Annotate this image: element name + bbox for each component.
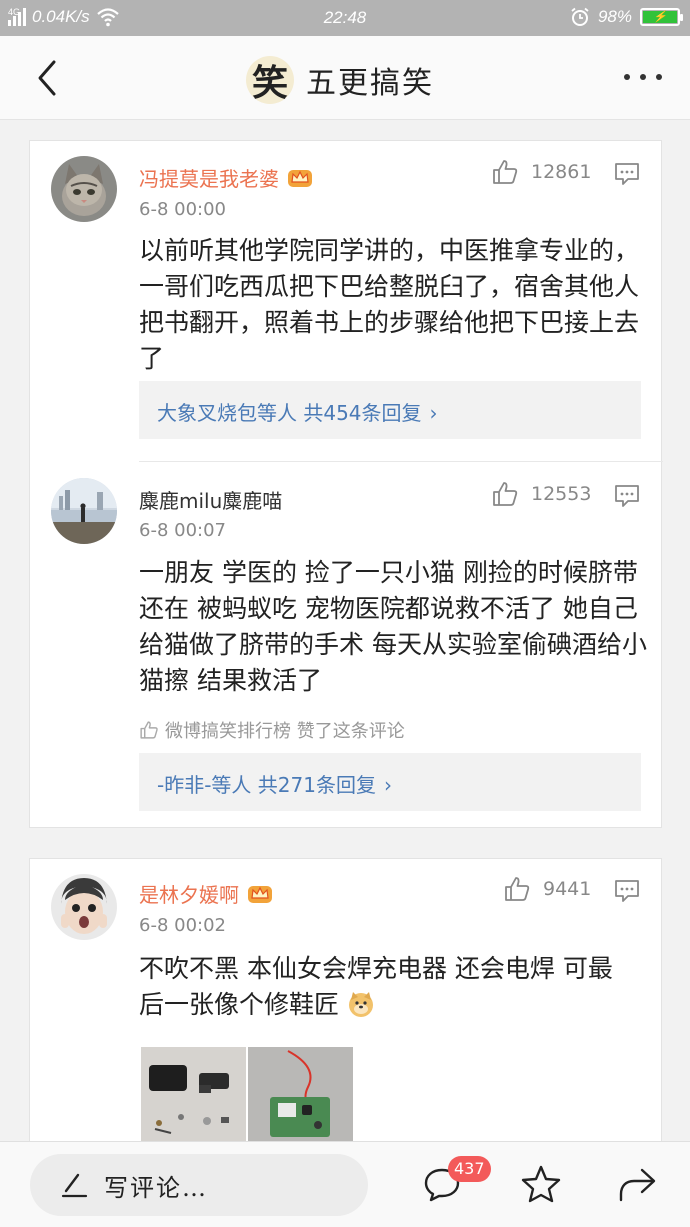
avatar[interactable] [51, 874, 117, 940]
write-comment-label: 写评论… [104, 1173, 208, 1202]
comment-text: 一朋友 学医的 捡了一只小猫 刚捡的时候脐带还在 被蚂蚁吃 宠物医院都说救不活了… [139, 558, 647, 695]
vip-crown-icon [248, 885, 272, 903]
reply-icon[interactable] [614, 879, 640, 903]
replies-summary: -昨非-等人 共271条回复 [157, 773, 376, 797]
view-replies-link[interactable]: -昨非-等人 共271条回复 › [139, 753, 641, 811]
share-icon[interactable] [616, 1164, 658, 1204]
like-count: 12553 [531, 483, 592, 505]
thumbs-up-icon [493, 160, 518, 184]
view-replies-link[interactable]: 大象叉烧包等人 共454条回复 › [139, 381, 641, 439]
comment-time: 6-8 00:02 [139, 915, 226, 936]
comment-divider [139, 461, 663, 462]
like-button[interactable]: 12861 [491, 158, 591, 186]
comment-text: 以前听其他学院同学讲的，中医推拿专业的，一哥们吃西瓜把下巴给整脱臼了，宿舍其他人… [139, 236, 640, 373]
vip-crown-icon [288, 169, 312, 187]
comment-card: 冯提莫是我老婆 6-8 00:00 12861 以前听其他学院同学讲的，中医推拿… [29, 140, 663, 828]
like-count: 12861 [531, 161, 592, 183]
liked-by-text: 微博搞笑排行榜 赞了这条评论 [165, 721, 405, 742]
bottom-action-bar: 写评论… 437 [0, 1141, 690, 1227]
reply-icon[interactable] [614, 484, 640, 508]
pencil-icon [61, 1173, 88, 1198]
comment-card: 是林夕媛啊 6-8 00:02 9441 不吹不黑 本仙女会焊充电器 还会电焊 … [29, 858, 662, 1143]
more-options-button[interactable] [624, 74, 662, 80]
replies-summary: 大象叉烧包等人 共454条回复 [157, 401, 422, 425]
reply-icon[interactable] [614, 162, 640, 186]
status-right: 98% ⚡ [570, 7, 683, 27]
chevron-right-icon: › [429, 401, 438, 425]
star-icon[interactable] [520, 1164, 562, 1204]
dot-icon [640, 74, 646, 80]
page-title: 五更搞笑 [306, 66, 434, 101]
avatar[interactable] [51, 478, 117, 544]
comment-image[interactable] [141, 1047, 246, 1143]
like-button[interactable]: 12553 [491, 480, 591, 508]
liked-by-note[interactable]: 微博搞笑排行榜 赞了这条评论 [139, 717, 405, 743]
back-button[interactable] [28, 56, 68, 100]
thumbs-up-icon [493, 482, 518, 506]
channel-logo: 笑 [246, 56, 294, 104]
dot-icon [624, 74, 630, 80]
chevron-right-icon: › [383, 773, 392, 797]
username-link[interactable]: 麋鹿milu麋鹿喵 [139, 485, 282, 514]
status-bar: 4G 0.04K/s 22:48 98% ⚡ [0, 0, 690, 36]
username: 是林夕媛啊 [139, 883, 239, 907]
comment-image[interactable] [248, 1047, 353, 1143]
username: 麋鹿milu麋鹿喵 [139, 489, 283, 513]
thumbs-up-icon [140, 721, 158, 739]
comment-text-body: 不吹不黑 本仙女会焊充电器 还会电焊 可最后一张像个修鞋匠 [139, 954, 613, 1019]
comment-time: 6-8 00:07 [139, 520, 226, 541]
alarm-icon [571, 7, 589, 26]
thumbs-up-icon [505, 877, 530, 901]
battery-percent: 98% [597, 7, 632, 26]
like-button[interactable]: 9441 [503, 875, 591, 903]
comment-text: 不吹不黑 本仙女会焊充电器 还会电焊 可最后一张像个修鞋匠 [139, 951, 637, 1023]
page-title-group: 笑 五更搞笑 [246, 56, 434, 104]
comment-time: 6-8 00:00 [139, 199, 226, 220]
avatar[interactable] [51, 156, 117, 222]
comment-count-badge: 437 [448, 1156, 491, 1182]
top-nav-bar: 笑 五更搞笑 [0, 36, 690, 120]
username: 冯提莫是我老婆 [139, 167, 279, 191]
chevron-left-icon [38, 60, 56, 96]
like-count: 9441 [543, 878, 592, 900]
dot-icon [656, 74, 662, 80]
username-link[interactable]: 冯提莫是我老婆 [139, 163, 313, 192]
doge-emoji-icon [348, 992, 373, 1017]
battery-icon: ⚡ [640, 8, 683, 26]
write-comment-button[interactable]: 写评论… [30, 1154, 368, 1216]
username-link[interactable]: 是林夕媛啊 [139, 879, 273, 908]
